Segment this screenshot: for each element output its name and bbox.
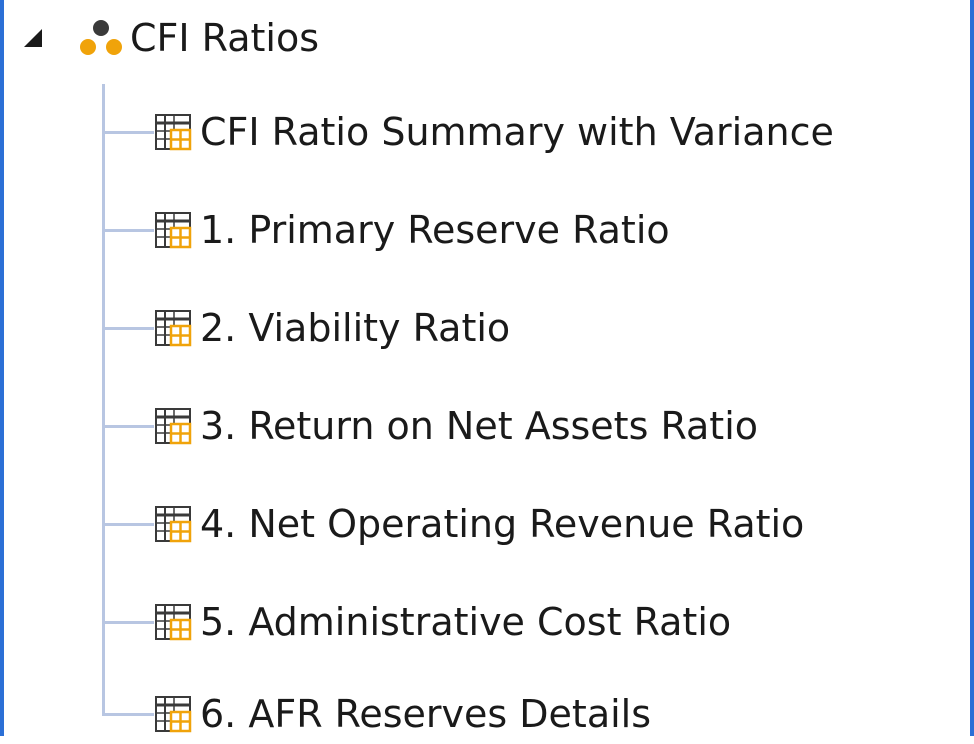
tree-guide-branch — [102, 326, 154, 330]
tree-node-cfi-ratios[interactable]: CFI Ratios — [18, 8, 319, 68]
collapse-triangle-icon[interactable] — [18, 23, 48, 53]
tree-node-label: CFI Ratios — [130, 16, 320, 60]
tree-item-label: 4. Net Operating Revenue Ratio — [200, 502, 805, 546]
table-icon — [155, 310, 192, 347]
table-icon — [155, 696, 192, 733]
tree-item-cfi-ratio-summary[interactable]: CFI Ratio Summary with Variance — [102, 102, 834, 162]
tree-item-label: 2. Viability Ratio — [200, 306, 511, 350]
table-icon — [155, 506, 192, 543]
tree-item-primary-reserve-ratio[interactable]: 1. Primary Reserve Ratio — [102, 200, 670, 260]
tree-item-label: 5. Administrative Cost Ratio — [200, 600, 732, 644]
table-icon — [155, 604, 192, 641]
tree-guide-branch — [102, 228, 154, 232]
table-icon — [155, 408, 192, 445]
tree-view: CFI Ratios CFI Ratio Summary with Varian… — [0, 0, 974, 736]
tree-guide-branch — [102, 130, 154, 134]
tree-item-net-operating-revenue-ratio[interactable]: 4. Net Operating Revenue Ratio — [102, 494, 804, 554]
tree-item-label: 3. Return on Net Assets Ratio — [200, 404, 759, 448]
tree-guide-branch — [102, 522, 154, 526]
group-icon — [80, 20, 122, 55]
tree-item-label: 6. AFR Reserves Details — [200, 692, 652, 736]
table-icon — [155, 212, 192, 249]
tree-item-administrative-cost-ratio[interactable]: 5. Administrative Cost Ratio — [102, 592, 731, 652]
tree-guide-branch — [102, 712, 154, 716]
tree-item-return-on-net-assets-ratio[interactable]: 3. Return on Net Assets Ratio — [102, 396, 758, 456]
tree-guide-branch — [102, 424, 154, 428]
tree-item-viability-ratio[interactable]: 2. Viability Ratio — [102, 298, 510, 358]
tree-item-label: CFI Ratio Summary with Variance — [200, 110, 834, 154]
tree-item-label: 1. Primary Reserve Ratio — [200, 208, 670, 252]
tree-guide-branch — [102, 620, 154, 624]
table-icon — [155, 114, 192, 151]
tree-item-afr-reserves-details[interactable]: 6. AFR Reserves Details — [102, 684, 651, 744]
